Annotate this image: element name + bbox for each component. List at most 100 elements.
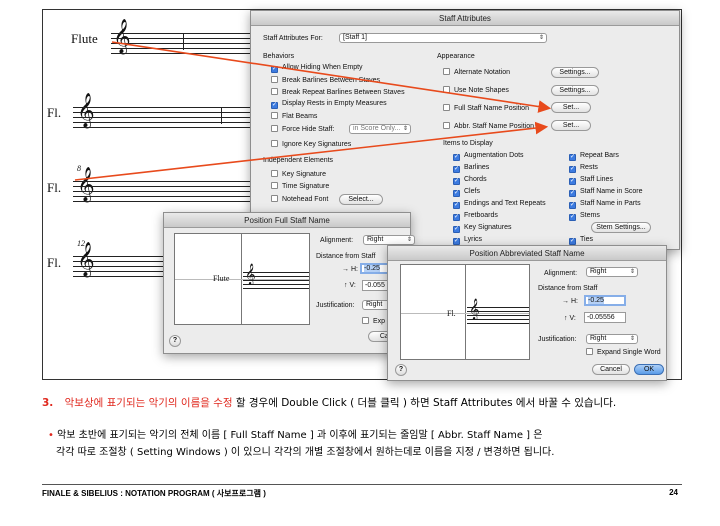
updown-icon: ⇕ <box>406 237 412 243</box>
select-button[interactable]: Select... <box>339 194 383 205</box>
independent-notehead-font[interactable]: Notehead Font <box>271 195 328 203</box>
item-label: Chords <box>464 176 487 183</box>
distance-label: Distance from Staff <box>316 253 376 260</box>
staff-name-full[interactable]: Flute <box>71 31 98 47</box>
abbr-staff-name-set-button[interactable]: Set... <box>551 120 591 131</box>
item-label: Staff Name in Score <box>580 188 643 195</box>
dialog-title: Position Full Staff Name <box>164 213 410 228</box>
item-barlines[interactable]: ✓ Barlines <box>453 164 489 173</box>
item-lyrics[interactable]: ✓ Lyrics <box>453 236 482 245</box>
h-label: → H: <box>562 298 578 305</box>
item-stems[interactable]: ✓ Stems <box>569 212 600 221</box>
item-label: Endings and Text Repeats <box>464 200 546 207</box>
item-label: Rests <box>580 164 598 171</box>
item-staff-name-in-score[interactable]: ✓ Staff Name in Score <box>569 188 643 197</box>
item-ties[interactable]: ✓ Ties <box>569 236 593 245</box>
behavior-allow-hiding[interactable]: ✓ Allow Hiding When Empty <box>271 64 363 73</box>
checkbox-checked-icon: ✓ <box>271 66 278 73</box>
staff-name-abbr[interactable]: Fl. <box>47 105 61 121</box>
checkbox-checked-icon: ✓ <box>453 178 460 185</box>
staff-select[interactable]: [Staff 1] ⇕ <box>339 33 547 43</box>
stem-settings-button[interactable]: Stem Settings... <box>591 222 651 233</box>
v-offset-field[interactable]: -0.05556 <box>584 312 626 323</box>
checkbox-icon <box>271 125 278 132</box>
behavior-flat-beams[interactable]: Flat Beams <box>271 112 317 120</box>
behavior-display-rests[interactable]: ✓ Display Rests in Empty Measures <box>271 100 387 109</box>
preview-staff-lines <box>243 272 309 292</box>
checkbox-checked-icon: ✓ <box>453 154 460 161</box>
item-fretboards[interactable]: ✓ Fretboards <box>453 212 498 221</box>
independent-key-signature[interactable]: Key Signature <box>271 170 326 178</box>
preview-staff-lines <box>467 307 529 327</box>
checkbox-icon <box>271 195 278 202</box>
checkbox-checked-icon: ✓ <box>453 214 460 221</box>
updown-icon: ⇕ <box>538 35 544 41</box>
h-offset-field[interactable]: -0.25 <box>584 295 626 306</box>
behavior-ignore-keys[interactable]: Ignore Key Signatures <box>271 140 351 148</box>
appearance-abbr-staff-name[interactable]: Abbr. Staff Name Position <box>443 122 534 130</box>
page-number: 24 <box>669 488 678 497</box>
item-label: Repeat Bars <box>580 152 619 159</box>
preview-staff-name: Fl. <box>447 309 456 318</box>
checkbox-checked-icon: ✓ <box>453 190 460 197</box>
full-staff-name-set-button[interactable]: Set... <box>551 102 591 113</box>
independent-time-signature[interactable]: Time Signature <box>271 182 329 190</box>
appearance-full-staff-name[interactable]: Full Staff Name Position <box>443 104 529 112</box>
appearance-note-shapes[interactable]: Use Note Shapes <box>443 86 509 94</box>
footer-title: FINALE & SIBELIUS : NOTATION PROGRAM ( 사… <box>42 489 266 498</box>
item-label: Staff Lines <box>580 176 613 183</box>
help-icon[interactable]: ? <box>395 364 407 376</box>
caption-highlight: 악보상에 표기되는 악기의 이름을 수정 <box>64 397 233 409</box>
checkbox-icon <box>271 182 278 189</box>
full-name-preview: Flute 𝄞 <box>174 233 310 325</box>
bullet-icon: • <box>48 430 54 441</box>
staff-attributes-for-label: Staff Attributes For: <box>263 35 323 42</box>
barline <box>221 107 222 124</box>
item-augmentation-dots[interactable]: ✓ Augmentation Dots <box>453 152 524 161</box>
expand-single-word[interactable]: Expand Single Word <box>586 348 661 356</box>
h-label: → H: <box>342 266 358 273</box>
barline <box>183 33 184 50</box>
staff-name-abbr[interactable]: Fl. <box>47 255 61 271</box>
item-repeat-bars[interactable]: ✓ Repeat Bars <box>569 152 619 161</box>
item-staff-lines[interactable]: ✓ Staff Lines <box>569 176 613 185</box>
note-shapes-settings-button[interactable]: Settings... <box>551 85 599 96</box>
checkbox-checked-icon: ✓ <box>453 238 460 245</box>
item-clefs[interactable]: ✓ Clefs <box>453 188 480 197</box>
item-label: Barlines <box>464 164 490 171</box>
checkbox-icon <box>271 140 278 147</box>
item-staff-name-in-parts[interactable]: ✓ Staff Name in Parts <box>569 200 641 209</box>
justification-select[interactable]: Right ⇕ <box>586 334 638 344</box>
alignment-label: Alignment: <box>320 237 354 244</box>
item-label: Lyrics <box>464 236 483 243</box>
ok-button[interactable]: OK <box>634 364 664 375</box>
behavior-break-barlines[interactable]: Break Barlines Between Staves <box>271 76 380 84</box>
checkbox-icon <box>443 86 450 93</box>
checkbox-checked-icon: ✓ <box>271 102 278 109</box>
item-endings-and-text-repeats[interactable]: ✓ Endings and Text Repeats <box>453 200 546 209</box>
staff-lines <box>73 107 253 128</box>
caption-line-2: 악보 초반에 표기되는 악기의 전체 이름 [ Full Staff Name … <box>57 430 543 441</box>
position-full-staff-name-dialog: Position Full Staff Name Flute 𝄞 Alignme… <box>163 212 415 354</box>
appearance-alternate-notation[interactable]: Alternate Notation <box>443 68 510 76</box>
checkbox-icon <box>362 317 369 324</box>
checkbox-checked-icon: ✓ <box>569 178 576 185</box>
item-label: Clefs <box>464 188 480 195</box>
cancel-button[interactable]: Cancel <box>592 364 630 375</box>
item-rests[interactable]: ✓ Rests <box>569 164 598 173</box>
force-hide-select[interactable]: in Score Only... ⇕ <box>349 124 411 134</box>
alignment-select[interactable]: Right ⇕ <box>586 267 638 277</box>
independent-title: Independent Elements <box>263 157 334 164</box>
behaviors-title: Behaviors <box>263 53 295 60</box>
justification-label: Justification: <box>316 302 355 309</box>
checkbox-icon <box>443 104 450 111</box>
item-key-signatures[interactable]: ✓ Key Signatures <box>453 224 511 233</box>
item-chords[interactable]: ✓ Chords <box>453 176 487 185</box>
behavior-break-repeat[interactable]: Break Repeat Barlines Between Staves <box>271 88 405 96</box>
help-icon[interactable]: ? <box>169 335 181 347</box>
alternate-notation-settings-button[interactable]: Settings... <box>551 67 599 78</box>
expand-single-word[interactable]: Exp <box>362 317 385 325</box>
behavior-force-hide[interactable]: Force Hide Staff: <box>271 125 334 133</box>
staff-name-abbr[interactable]: Fl. <box>47 180 61 196</box>
alignment-select[interactable]: Right ⇕ <box>363 235 415 245</box>
